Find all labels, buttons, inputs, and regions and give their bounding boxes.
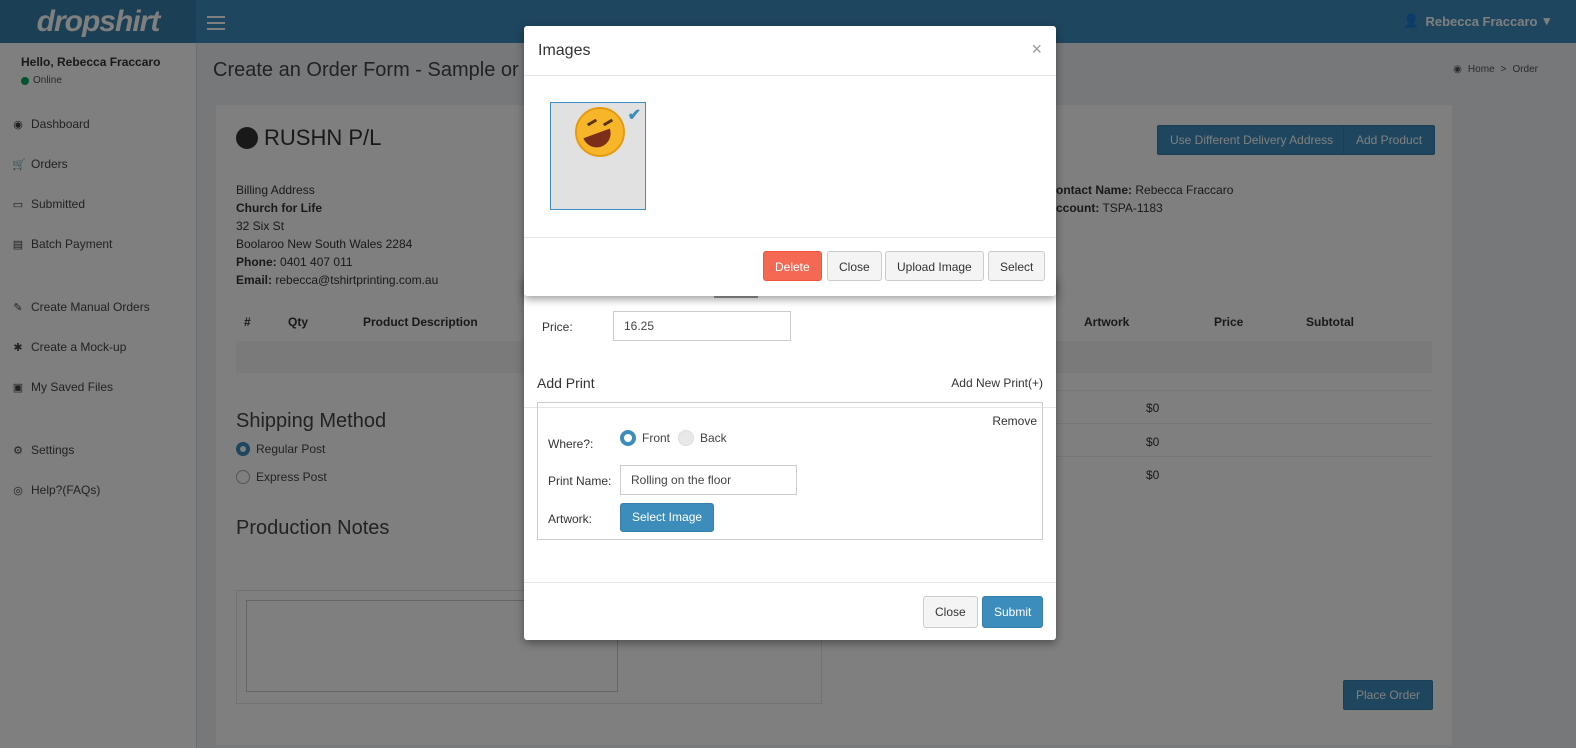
where-back-label: Back bbox=[700, 431, 727, 445]
where-back[interactable]: Back bbox=[678, 430, 727, 446]
where-front-label: Front bbox=[642, 431, 671, 445]
divider bbox=[524, 75, 1056, 76]
divider bbox=[524, 582, 1056, 583]
remove-print-link[interactable]: Remove bbox=[992, 414, 1037, 428]
price-input[interactable]: 16.25 bbox=[613, 311, 791, 341]
select-image-confirm-button[interactable]: Select bbox=[988, 251, 1046, 281]
add-product-modal: Price: 16.25 Add Print Add New Print(+) … bbox=[524, 276, 1056, 640]
rofl-emoji-icon bbox=[575, 107, 625, 157]
print-name-label: Print Name: bbox=[548, 474, 612, 488]
price-label: Price: bbox=[542, 320, 573, 334]
artwork-label: Artwork: bbox=[548, 512, 593, 526]
add-print-heading: Add Print bbox=[537, 375, 595, 391]
product-submit-button[interactable]: Submit bbox=[982, 596, 1044, 628]
emoji-eye bbox=[586, 118, 598, 127]
add-new-print-link[interactable]: Add New Print(+) bbox=[951, 376, 1043, 390]
delete-image-button[interactable]: Delete bbox=[763, 251, 822, 281]
radio-icon[interactable] bbox=[678, 430, 694, 446]
emoji-eye bbox=[602, 118, 614, 127]
image-thumbnail[interactable]: ✔ bbox=[550, 102, 646, 210]
upload-image-button[interactable]: Upload Image bbox=[885, 251, 984, 281]
images-modal-title: Images bbox=[538, 42, 591, 59]
product-close-button[interactable]: Close bbox=[923, 596, 978, 628]
radio-icon[interactable] bbox=[620, 430, 636, 446]
check-icon: ✔ bbox=[627, 107, 641, 124]
print-entry: Remove Where?: Front Back Print Name: Ro… bbox=[537, 402, 1043, 540]
where-label: Where?: bbox=[548, 437, 594, 451]
where-front[interactable]: Front bbox=[620, 430, 670, 446]
emoji-mouth bbox=[583, 128, 615, 152]
divider bbox=[524, 237, 1056, 238]
select-image-button[interactable]: Select Image bbox=[620, 503, 715, 532]
close-icon[interactable]: × bbox=[1031, 39, 1042, 60]
images-close-button[interactable]: Close bbox=[827, 251, 882, 281]
images-modal: Images × ✔ Delete Close Upload Image Sel… bbox=[524, 26, 1056, 296]
print-name-input[interactable]: Rolling on the floor bbox=[620, 465, 797, 495]
